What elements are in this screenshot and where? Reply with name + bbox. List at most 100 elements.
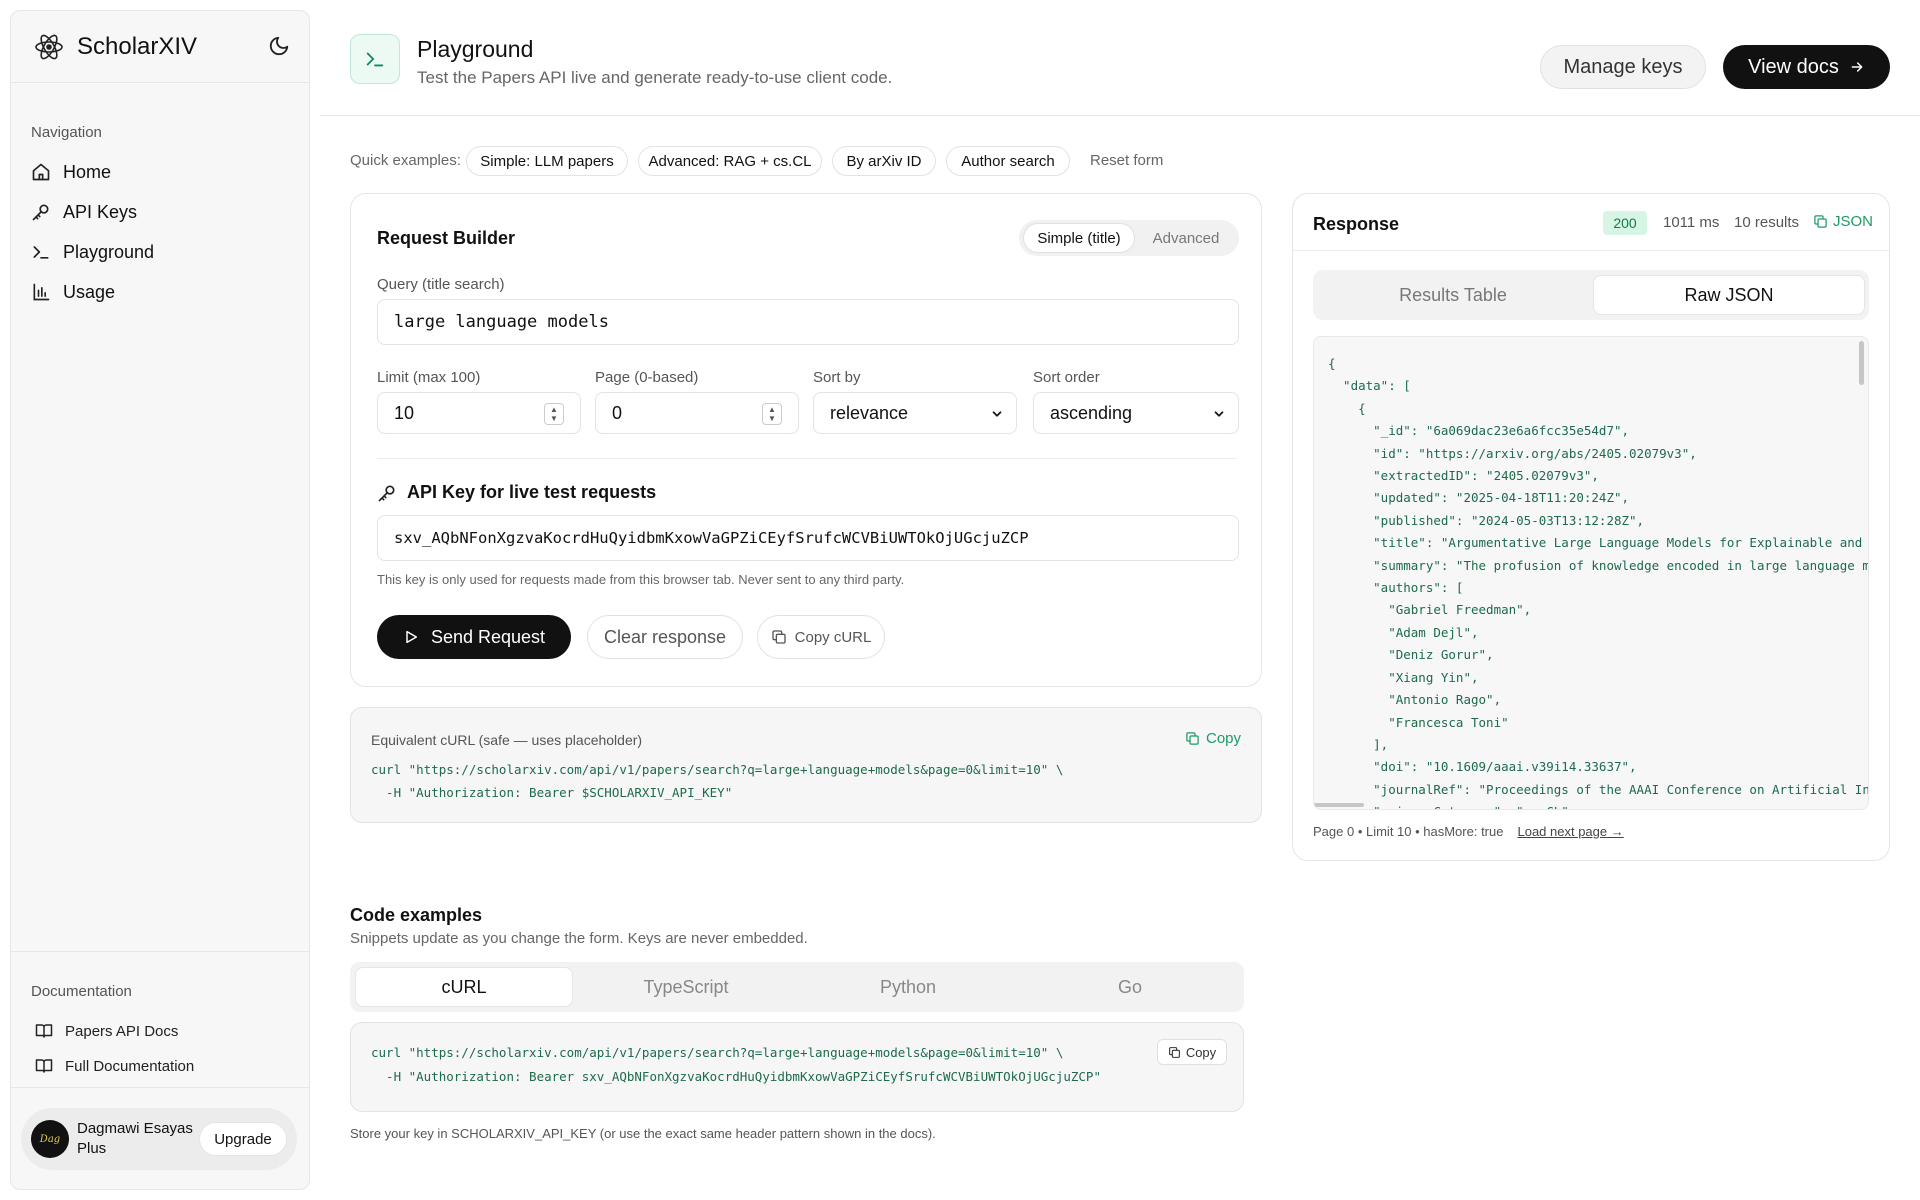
result-count: 10 results <box>1734 214 1800 231</box>
response-title: Response <box>1313 214 1400 234</box>
api-key-input[interactable]: sxv_AQbNFonXgzvaKocrdHuQyidbmKxowVaGPZiC… <box>377 515 1239 561</box>
user-card: Dag Dagmawi Esayas Plus Upgrade <box>21 1108 297 1170</box>
response-card: Response 200 1011 ms 10 results JSON Res… <box>1292 193 1890 861</box>
code-line: -H "Authorization: Bearer $SCHOLARXIV_AP… <box>371 785 733 800</box>
sidebar-item-label: Papers API Docs <box>65 1022 179 1040</box>
sort-order-select[interactable]: ascending <box>1033 392 1239 434</box>
limit-stepper-icon[interactable]: ▲ ▼ <box>544 403 564 425</box>
tab-results-table[interactable]: Results Table <box>1317 275 1589 315</box>
tab-python[interactable]: Python <box>799 967 1017 1007</box>
theme-toggle-moon-icon[interactable] <box>268 35 290 57</box>
copy-curl-button[interactable]: Copy cURL <box>757 615 885 659</box>
reset-form-link[interactable]: Reset form <box>1090 152 1163 169</box>
tab-curl[interactable]: cURL <box>355 967 573 1007</box>
sidebar-item-label: Home <box>63 161 112 182</box>
arrow-right-icon <box>1849 59 1865 75</box>
copy-icon <box>1185 731 1200 746</box>
mode-simple-tab[interactable]: Simple (title) <box>1023 223 1135 253</box>
load-next-page-link[interactable]: Load next page → <box>1517 824 1623 839</box>
status-badge: 200 <box>1603 211 1647 235</box>
chevron-down-icon <box>990 407 1004 421</box>
tab-raw-json[interactable]: Raw JSON <box>1593 275 1865 315</box>
sidebar-item-label: Usage <box>63 281 116 302</box>
code-line: -H "Authorization: Bearer sxv_AQbNFonXgz… <box>371 1069 1101 1084</box>
request-builder-card: Request Builder Simple (title) Advanced … <box>350 193 1262 687</box>
copy-label: Copy <box>1206 730 1242 747</box>
sidebar-divider <box>11 951 309 952</box>
quick-example-chip[interactable]: Simple: LLM papers <box>466 146 628 176</box>
sidebar-item-usage[interactable]: Usage <box>31 275 291 309</box>
key-icon <box>31 202 51 222</box>
app-name: ScholarXIV <box>77 33 198 60</box>
limit-input[interactable]: 10 ▲ ▼ <box>377 392 581 434</box>
equivalent-curl-title: Equivalent cURL (safe — uses placeholder… <box>371 732 643 748</box>
json-text: { "data": [ { "_id": "6a069dac23e6a6fcc3… <box>1328 356 1869 809</box>
api-key-heading: API Key for live test requests <box>377 482 656 503</box>
sidebar-item-playground[interactable]: Playground <box>31 235 291 269</box>
json-label: JSON <box>1833 213 1874 230</box>
code-examples-tabs: cURL TypeScript Python Go <box>350 962 1244 1012</box>
user-plan: Plus <box>77 1140 107 1157</box>
sidebar-item-papers-api-docs[interactable]: Papers API Docs <box>35 1016 295 1046</box>
section-divider <box>377 458 1237 459</box>
upgrade-button[interactable]: Upgrade <box>199 1122 287 1156</box>
tab-go[interactable]: Go <box>1021 967 1239 1007</box>
query-input[interactable]: large language models <box>377 299 1239 345</box>
book-icon <box>35 1057 53 1075</box>
query-label: Query (title search) <box>377 276 505 293</box>
limit-value: 10 <box>394 402 415 423</box>
quick-example-chip[interactable]: Author search <box>946 146 1070 176</box>
vertical-scrollbar[interactable] <box>1859 341 1864 385</box>
limit-label: Limit (max 100) <box>377 369 481 386</box>
request-builder-title: Request Builder <box>377 228 516 248</box>
app-root: ScholarXIV Navigation Home API Keys Play… <box>0 0 1920 1200</box>
response-time: 1011 ms <box>1663 214 1720 231</box>
page-header: Playground Test the Papers API live and … <box>320 0 1920 116</box>
sidebar-item-api-keys[interactable]: API Keys <box>31 195 291 229</box>
docs-section-label: Documentation <box>31 983 132 1000</box>
code-examples-subtitle: Snippets update as you change the form. … <box>350 930 808 947</box>
user-name: Dagmawi Esayas <box>77 1120 193 1137</box>
sort-order-label: Sort order <box>1033 369 1100 386</box>
sort-by-select[interactable]: relevance <box>813 392 1017 434</box>
horizontal-scrollbar[interactable] <box>1314 803 1364 807</box>
sidebar-item-label: API Keys <box>63 201 138 222</box>
send-request-button[interactable]: Send Request <box>377 615 571 659</box>
send-request-label: Send Request <box>430 626 546 647</box>
equivalent-curl-copy-button[interactable]: Copy <box>1185 730 1241 747</box>
code-example-copy-button[interactable]: Copy <box>1157 1039 1227 1065</box>
sidebar-divider <box>11 1087 309 1088</box>
sidebar-item-home[interactable]: Home <box>31 155 291 189</box>
nav-section-label: Navigation <box>31 124 102 141</box>
view-docs-button[interactable]: View docs <box>1723 45 1890 89</box>
page-input[interactable]: 0 ▲ ▼ <box>595 392 799 434</box>
page-stepper-icon[interactable]: ▲ ▼ <box>762 403 782 425</box>
clear-response-button[interactable]: Clear response <box>587 615 743 659</box>
quick-example-chip[interactable]: By arXiv ID <box>832 146 936 176</box>
terminal-icon <box>350 34 400 84</box>
sort-order-value: ascending <box>1050 402 1133 423</box>
sidebar-item-label: Full Documentation <box>65 1057 195 1075</box>
pagination-info: Page 0 • Limit 10 • hasMore: true Load n… <box>1313 824 1624 839</box>
mode-advanced-tab[interactable]: Advanced <box>1137 223 1235 253</box>
raw-json-viewer[interactable]: { "data": [ { "_id": "6a069dac23e6a6fcc3… <box>1313 336 1869 810</box>
home-icon <box>31 162 51 182</box>
avatar[interactable]: Dag <box>31 1120 69 1158</box>
pager-info: Page 0 • Limit 10 • hasMore: true <box>1313 824 1504 839</box>
manage-keys-button[interactable]: Manage keys <box>1540 45 1706 89</box>
sort-by-label: Sort by <box>813 369 861 386</box>
sidebar: ScholarXIV Navigation Home API Keys Play… <box>10 10 310 1190</box>
tab-typescript[interactable]: TypeScript <box>577 967 795 1007</box>
page-subtitle: Test the Papers API live and generate re… <box>417 68 893 87</box>
page-label: Page (0-based) <box>595 369 699 386</box>
mode-toggle: Simple (title) Advanced <box>1019 220 1239 256</box>
quick-examples-label: Quick examples: <box>350 152 461 169</box>
quick-example-chip[interactable]: Advanced: RAG + cs.CL <box>638 146 822 176</box>
view-docs-label: View docs <box>1748 55 1839 78</box>
sidebar-item-full-documentation[interactable]: Full Documentation <box>35 1051 295 1081</box>
json-link[interactable]: JSON <box>1813 213 1873 230</box>
page-value: 0 <box>612 402 623 423</box>
terminal-icon <box>31 242 51 262</box>
key-icon <box>377 483 397 503</box>
code-example-block: curl "https://scholarxiv.com/api/v1/pape… <box>350 1022 1244 1112</box>
